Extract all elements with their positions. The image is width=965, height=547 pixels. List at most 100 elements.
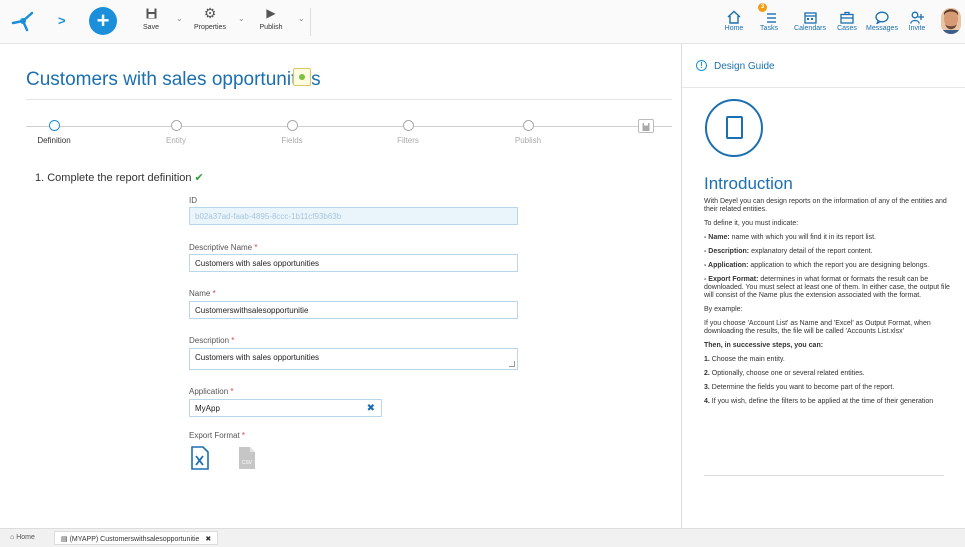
guide-paragraph: - Description: explanatory detail of the… — [704, 248, 956, 256]
required-mark: * — [254, 243, 258, 252]
descriptive-name-label: Descriptive Name * — [189, 243, 258, 252]
guide-term: - Application: — [704, 262, 749, 269]
design-guide-footer-divider — [704, 475, 944, 476]
user-avatar[interactable] — [941, 8, 961, 34]
close-tab-icon[interactable]: ✖ — [205, 536, 211, 543]
step-marker — [286, 120, 298, 131]
name-value: Customerswithsalesopportunitie — [195, 306, 309, 315]
step-marker — [48, 120, 60, 131]
export-format-label: Export Format * — [189, 431, 245, 440]
document-icon: ▤ — [61, 536, 68, 543]
section-title-text: 1. Complete the report definition — [35, 172, 192, 184]
description-label-text: Description — [189, 336, 230, 345]
nav-home-label: Home — [724, 25, 744, 32]
guide-term: - Name: — [704, 234, 730, 241]
step-marker — [402, 120, 414, 131]
home-icon: ⌂ — [10, 534, 15, 541]
excel-format-icon[interactable] — [191, 446, 209, 470]
publish-label: Publish — [259, 24, 283, 31]
id-field: b02a37ad-faab-4895-8ccc-1b11cf93b63b — [189, 207, 518, 225]
description-label: Description * — [189, 336, 234, 345]
step-publish[interactable]: Publish — [488, 120, 568, 145]
guide-term: Then, in successive steps, you can: — [704, 342, 824, 349]
id-value: b02a37ad-faab-4895-8ccc-1b11cf93b63b — [195, 212, 342, 221]
descriptive-name-field[interactable]: Customers with sales opportunities — [189, 254, 518, 272]
section-title: 1. Complete the report definition ✔ — [35, 171, 204, 184]
tasks-icon — [766, 13, 776, 23]
document-tab-label: (MYAPP) Customerswithsalesopportunitie — [69, 536, 200, 543]
steps-track — [26, 126, 672, 127]
application-label: Application * — [189, 387, 234, 396]
home-tab[interactable]: ⌂ Home — [10, 534, 35, 541]
application-select[interactable]: MyApp ✖ — [189, 399, 382, 417]
nav-calendars[interactable]: Calendars — [790, 4, 830, 32]
description-textarea[interactable]: Customers with sales opportunities — [189, 348, 518, 370]
guide-term-desc: explanatory detail of the report content… — [749, 248, 873, 255]
floppy-disk-icon — [146, 8, 156, 18]
status-indicator[interactable] — [293, 68, 311, 86]
guide-step-text: Choose the main entity. — [709, 356, 785, 363]
design-guide-body: With Deyel you can design reports on the… — [704, 198, 956, 412]
step-filters[interactable]: Filters — [368, 120, 448, 145]
properties-button[interactable]: ⚙ Properties — [190, 4, 230, 32]
document-circle-icon — [705, 99, 763, 157]
nav-cases[interactable]: Cases — [836, 4, 858, 32]
add-button[interactable]: + — [89, 7, 117, 35]
publish-dropdown-caret-icon[interactable]: ⌄ — [298, 14, 305, 23]
page-title: Customers with sales opportunities — [26, 69, 321, 90]
guide-term-desc: application to which the report you are … — [748, 262, 930, 269]
nav-calendars-label: Calendars — [794, 25, 826, 32]
gear-icon: ⚙ — [203, 4, 217, 21]
guide-paragraph: To define it, you must indicate: — [704, 220, 799, 227]
guide-term: - Export Format: — [704, 276, 759, 283]
chevron-right-icon[interactable]: > — [58, 13, 66, 28]
name-field[interactable]: Customerswithsalesopportunitie — [189, 301, 518, 319]
guide-paragraph: - Application: application to which the … — [704, 262, 956, 270]
introduction-heading: Introduction — [704, 174, 793, 193]
nav-invite-label: Invite — [908, 25, 926, 32]
id-label: ID — [189, 196, 197, 205]
nav-tasks[interactable]: 3 Tasks — [756, 3, 782, 32]
step-label: Definition — [37, 136, 71, 145]
descriptive-name-label-text: Descriptive Name — [189, 243, 253, 252]
design-guide-header: ! Design Guide — [682, 44, 965, 88]
step-marker — [170, 120, 182, 131]
step-label: Publish — [514, 136, 542, 145]
application-label-text: Application — [189, 387, 229, 396]
document-icon — [726, 116, 743, 139]
guide-paragraph: - Export Format: determines in what form… — [704, 276, 956, 300]
guide-paragraph: With Deyel you can design reports on the… — [704, 198, 947, 213]
guide-paragraph: 3. Determine the fields you want to beco… — [704, 384, 956, 392]
step-fields[interactable]: Fields — [252, 120, 332, 145]
step-label: Fields — [281, 136, 303, 145]
guide-paragraph: - Name: name with which you will find it… — [704, 234, 956, 242]
nav-invite[interactable]: Invite — [906, 4, 928, 32]
resize-handle-icon[interactable] — [509, 361, 515, 367]
nav-messages[interactable]: Messages — [864, 4, 900, 32]
open-document-tab[interactable]: ▤ (MYAPP) Customerswithsalesopportunitie… — [54, 531, 219, 545]
save-step-button[interactable] — [638, 119, 654, 133]
guide-step-text: Optionally, choose one or several relate… — [709, 370, 865, 377]
required-mark: * — [231, 336, 235, 345]
step-entity[interactable]: Entity — [136, 120, 216, 145]
report-editor: Customers with sales opportunities Defin… — [0, 44, 680, 528]
nav-home[interactable]: Home — [722, 4, 746, 32]
guide-term: - Description: — [704, 248, 750, 255]
csv-format-icon[interactable]: CSV — [238, 446, 256, 470]
guide-term-desc: name with which you will find it in its … — [729, 234, 876, 241]
name-label: Name * — [189, 289, 216, 298]
design-guide-panel: ! Design Guide Introduction With Deyel y… — [681, 44, 965, 528]
required-mark: * — [230, 387, 234, 396]
toolbar-divider — [310, 8, 311, 36]
step-definition[interactable]: Definition — [14, 120, 94, 145]
deyel-logo-icon[interactable] — [10, 10, 36, 32]
guide-paragraph: If you choose 'Account List' as Name and… — [704, 320, 931, 335]
save-button[interactable]: Save — [140, 4, 162, 31]
briefcase-icon — [840, 11, 854, 24]
application-value: MyApp — [195, 404, 220, 413]
clear-selection-icon[interactable]: ✖ — [367, 403, 375, 414]
export-format-label-text: Export Format — [189, 431, 240, 440]
publish-button[interactable]: ▶ Publish — [257, 4, 285, 31]
properties-dropdown-caret-icon[interactable]: ⌄ — [238, 14, 245, 23]
save-dropdown-caret-icon[interactable]: ⌄ — [176, 14, 183, 23]
